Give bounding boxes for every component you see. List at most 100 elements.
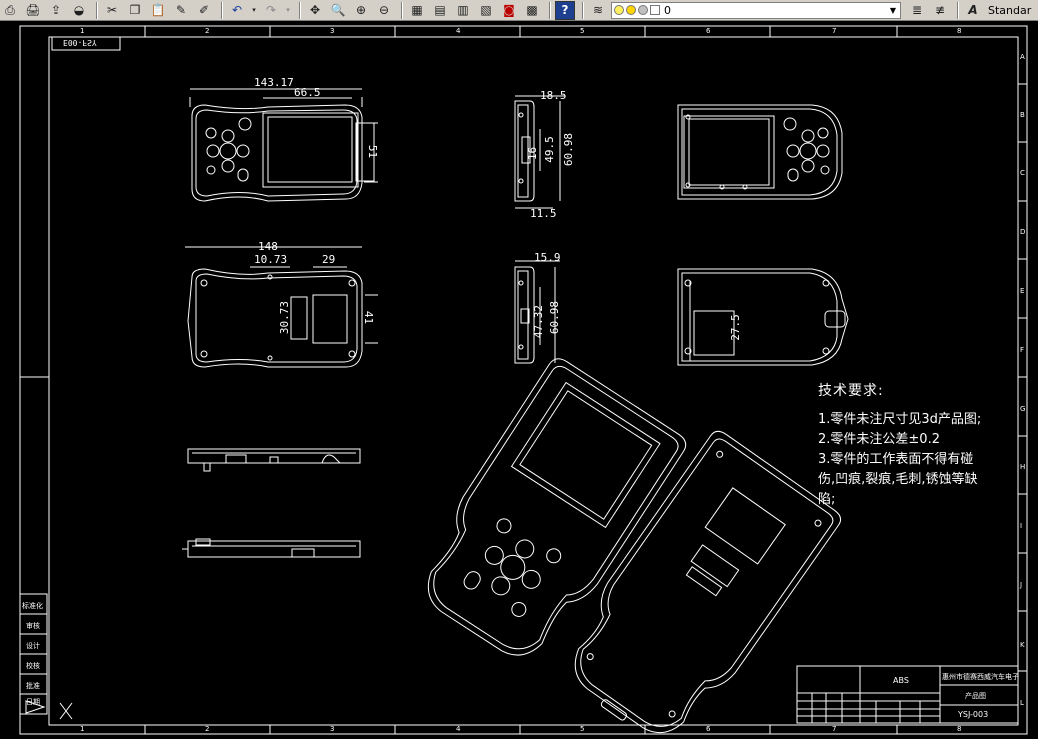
dim-back-a: 10.73 [254, 253, 288, 266]
tool-palettes-icon[interactable]: ▥ [453, 1, 473, 20]
dim-side1-c: 60.98 [562, 132, 576, 167]
ruler-col-3: 3 [330, 27, 335, 35]
ruler-row-G: G [1020, 405, 1026, 413]
chevron-down-icon[interactable]: ▼ [886, 6, 900, 15]
dim-back-c: 30.73 [278, 300, 292, 335]
layer-previous-icon[interactable]: ≢ [930, 1, 950, 20]
left-label-3: 设计 [26, 642, 40, 650]
toolbar-separator [582, 1, 584, 19]
drawing-canvas[interactable]: 1 2 3 4 5 6 7 8 1 2 3 4 5 6 7 8 A B C D … [0, 21, 1038, 739]
design-center-icon[interactable]: ▤ [430, 1, 450, 20]
layer-combo[interactable]: 0 ▼ [611, 1, 901, 19]
ruler-col-1: 1 [80, 27, 85, 35]
dim-side1-a: 16 [526, 146, 540, 161]
dim-back-b: 29 [322, 253, 336, 266]
bottom-profile-2 [182, 538, 361, 558]
drawing-stamp: E00-FSY [63, 38, 97, 47]
dim-side1-b: 49.5 [542, 136, 556, 163]
dim-side1-bottom: 11.5 [530, 207, 557, 220]
ruler-col-7-bottom: 7 [832, 725, 837, 733]
dim-back-d: 41 [362, 310, 376, 325]
block-editor-icon[interactable]: ✐ [194, 1, 214, 20]
redo-dropdown-icon[interactable]: ▾ [284, 1, 292, 20]
note-line-5: 陷; [818, 492, 836, 507]
ruler-row-E: E [1020, 287, 1025, 295]
ruler-row-D: D [1020, 228, 1026, 236]
match-properties-icon[interactable]: ✎ [171, 1, 191, 20]
text-style-icon[interactable]: A [963, 1, 983, 20]
zoom-previous-icon[interactable]: ⊖ [374, 1, 394, 20]
ruler-col-1-bottom: 1 [80, 725, 85, 733]
left-signature-block [19, 593, 48, 715]
ruler-row-A: A [1020, 53, 1025, 61]
bottom-ruler-ticks [144, 725, 898, 734]
paste-icon[interactable]: 📋 [148, 1, 168, 20]
title-block-part-name: 产品图 [965, 692, 986, 700]
note-line-1: 1.零件未注尺寸见3d产品图; [818, 412, 982, 427]
3d-orbit-icon[interactable]: ◒ [69, 1, 89, 20]
ruler-row-F: F [1020, 346, 1025, 354]
sheet-set-icon[interactable]: ▧ [476, 1, 496, 20]
publish-icon[interactable]: ⇪ [46, 1, 66, 20]
ruler-col-4: 4 [456, 27, 461, 35]
left-label-5: 批准 [26, 682, 40, 690]
sun-icon [626, 5, 636, 15]
undo-icon[interactable]: ↶ [227, 1, 247, 20]
toolbar-separator [299, 1, 301, 19]
text-style-combo[interactable]: Standar [986, 1, 1036, 19]
text-style-value: Standar [988, 3, 1032, 17]
toolbar-separator [549, 1, 551, 19]
note-line-2: 2.零件未注公差±0.2 [818, 432, 940, 447]
layer-properties-icon[interactable]: ≋ [588, 1, 608, 20]
zoom-window-icon[interactable]: ⊕ [351, 1, 371, 20]
ruler-row-J: J [1020, 581, 1023, 589]
ruler-col-7: 7 [832, 27, 837, 35]
copy-icon[interactable]: ❐ [125, 1, 145, 20]
plot-preview-icon[interactable]: ⎙ [0, 1, 20, 20]
note-line-3: 3.零件的工作表面不得有碰 [818, 452, 974, 467]
zoom-realtime-icon[interactable]: 🔍 [328, 1, 348, 20]
undo-dropdown-icon[interactable]: ▾ [250, 1, 258, 20]
title-block-company: 惠州市德赛西威汽车电子 [942, 673, 1019, 681]
toolbar-separator [957, 1, 959, 19]
toolbar-separator [96, 1, 98, 19]
bottom-profile-1 [187, 448, 361, 472]
ruler-row-H: H [1020, 463, 1026, 471]
standard-toolbar: ⎙ 🖨 ⇪ ◒ ✂ ❐ 📋 ✎ ✐ ↶ ▾ ↷ ▾ ✥ 🔍 ⊕ ⊖ ▦ ▤ ▥ … [0, 0, 1038, 21]
ruler-col-2-bottom: 2 [205, 725, 210, 733]
notes-title: 技术要求: [818, 383, 884, 399]
properties-icon[interactable]: ▦ [407, 1, 427, 20]
ruler-row-L: L [1020, 699, 1024, 707]
isometric-front-view [427, 358, 687, 656]
left-label-4: 校核 [26, 662, 40, 670]
front-view [189, 88, 378, 202]
note-line-4: 伤,凹痕,裂痕,毛刺,锈蚀等缺 [818, 472, 978, 487]
ruler-col-6-bottom: 6 [706, 725, 711, 733]
dim-top-screen-height: 51 [366, 144, 380, 159]
markup-icon[interactable]: ◙ [499, 1, 519, 20]
ruler-col-8-bottom: 8 [957, 725, 962, 733]
help-icon[interactable]: ? [555, 0, 575, 20]
pan-icon[interactable]: ✥ [305, 1, 325, 20]
quickcalc-icon[interactable]: ▩ [522, 1, 542, 20]
left-label-6: 日期 [26, 698, 40, 706]
dim-inner: 27.5 [728, 314, 742, 341]
ruler-row-C: C [1020, 169, 1025, 177]
dim-side1-depth: 18.5 [540, 89, 567, 102]
cut-icon[interactable]: ✂ [102, 1, 122, 20]
ruler-col-4-bottom: 4 [456, 725, 461, 733]
dim-top-screen-width: 66.5 [294, 86, 321, 99]
lightbulb-icon [614, 5, 624, 15]
redo-icon[interactable]: ↷ [261, 1, 281, 20]
layer-combo-value: 0 [664, 3, 671, 17]
make-layer-current-icon[interactable]: ≣ [907, 1, 927, 20]
ruler-col-2: 2 [205, 27, 210, 35]
toolbar-separator [401, 1, 403, 19]
ruler-col-5: 5 [580, 27, 585, 35]
title-block-material: ABS [893, 676, 909, 685]
top-ruler-ticks [144, 26, 898, 37]
ruler-col-6: 6 [706, 27, 711, 35]
plot-icon[interactable]: 🖨 [23, 1, 43, 20]
rear-view-1 [677, 104, 843, 200]
dim-side2-a: 47.32 [532, 304, 546, 339]
